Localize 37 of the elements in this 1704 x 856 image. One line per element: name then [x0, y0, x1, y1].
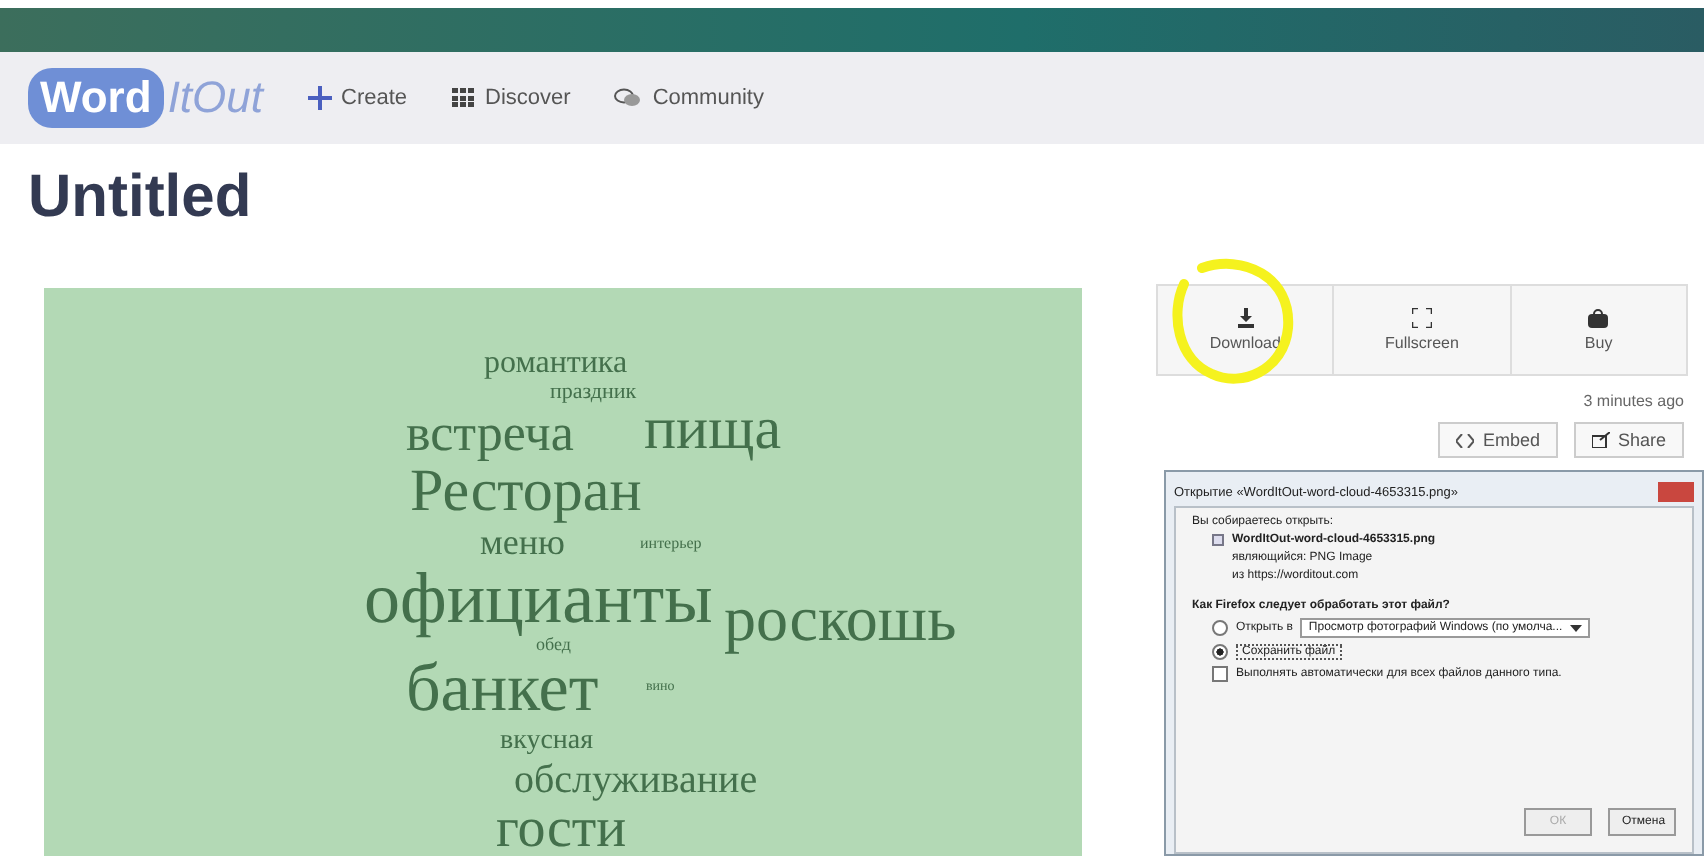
- buy-button[interactable]: Buy: [1511, 286, 1686, 374]
- share-icon: [1591, 432, 1610, 448]
- chat-icon: [614, 88, 643, 108]
- cloud-word: обед: [536, 636, 571, 654]
- nav-link[interactable]: Create: [307, 86, 408, 110]
- radio-button[interactable]: [1212, 644, 1228, 660]
- file-icon: [1212, 534, 1224, 546]
- cloud-word: праздник: [550, 382, 637, 404]
- cloud-word: официанты: [364, 562, 713, 634]
- cloud-word: меню: [480, 524, 565, 560]
- cloud-word: банкет: [406, 656, 599, 724]
- share-button[interactable]: Share: [1573, 422, 1684, 458]
- nav-link[interactable]: Community: [614, 86, 764, 110]
- caret-icon: [1570, 622, 1583, 634]
- page-title: Untitled: [28, 164, 254, 234]
- cloud-word: вкусная: [500, 728, 594, 756]
- cloud-word: Ресторан: [410, 462, 642, 522]
- fullscreen-button[interactable]: Fullscreen: [1334, 286, 1510, 374]
- cloud-word: встреча: [406, 408, 574, 460]
- code-icon: [1456, 433, 1475, 447]
- checkbox[interactable]: [1212, 666, 1228, 682]
- radio-button[interactable]: [1212, 620, 1228, 636]
- cloud-word: романтика: [484, 348, 628, 380]
- bag-icon: [1588, 308, 1609, 328]
- cloud-word: пища: [644, 400, 782, 460]
- download-icon: [1235, 308, 1256, 328]
- cloud-word: обслуживание: [514, 760, 758, 800]
- cloud-word: интерьер: [640, 536, 702, 552]
- cloud-word: роскошь: [724, 586, 957, 650]
- cloud-word: гости: [496, 802, 627, 856]
- plus-icon: [307, 86, 331, 110]
- nav-link[interactable]: Discover: [451, 86, 571, 110]
- grid-icon: [451, 88, 476, 108]
- embed-button[interactable]: Embed: [1438, 422, 1558, 458]
- download-button[interactable]: Download: [1158, 286, 1333, 374]
- fullscreen-icon: [1411, 308, 1432, 328]
- timestamp: 3 minutes ago: [1583, 392, 1684, 410]
